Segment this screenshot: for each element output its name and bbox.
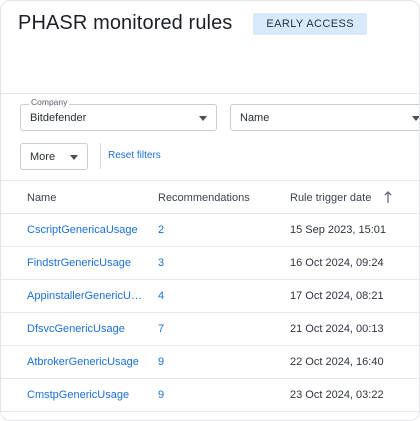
chevron-down-icon xyxy=(70,155,78,160)
company-select-value: Bitdefender xyxy=(30,111,87,124)
name-select-value: Name xyxy=(240,111,270,124)
table-row: FindstrGenericUsage 3 16 Oct 2024, 09:24 xyxy=(1,247,419,280)
rule-name-link[interactable]: CmstpGenericUsage xyxy=(27,389,129,401)
early-access-badge: EARLY ACCESS xyxy=(253,12,367,35)
rule-name-link[interactable]: AtbrokerGenericUsage xyxy=(27,356,139,368)
chevron-down-icon xyxy=(412,116,419,121)
table-row: DfsvcGenericUsage 7 21 Oct 2024, 00:13 xyxy=(1,313,419,346)
trigger-date: 16 Oct 2024, 09:24 xyxy=(290,257,384,269)
rule-name-link[interactable]: AppinstallerGenericUs... xyxy=(27,290,145,302)
filter-separator xyxy=(100,143,101,169)
rules-table: Name Recommendations Rule trigger date C… xyxy=(1,180,419,412)
more-filters-select[interactable]: More xyxy=(20,143,88,170)
trigger-date: 17 Oct 2024, 08:21 xyxy=(290,290,384,302)
more-select-value: More xyxy=(30,150,56,163)
company-select[interactable]: Company Bitdefender xyxy=(20,97,217,131)
recommendations-link[interactable]: 3 xyxy=(158,257,164,269)
header-divider xyxy=(1,93,419,94)
reset-filters-link[interactable]: Reset filters xyxy=(108,150,161,161)
recommendations-link[interactable]: 9 xyxy=(158,389,164,401)
page-header: PHASR monitored rules EARLY ACCESS xyxy=(18,12,367,35)
column-header-trigger-date[interactable]: Rule trigger date xyxy=(290,192,371,204)
table-row: CmstpGenericUsage 9 23 Oct 2024, 03:22 xyxy=(1,379,419,412)
arrow-up-icon[interactable] xyxy=(383,190,393,204)
table-row: AppinstallerGenericUs... 4 17 Oct 2024, … xyxy=(1,280,419,313)
recommendations-link[interactable]: 7 xyxy=(158,323,164,335)
recommendations-link[interactable]: 4 xyxy=(158,290,164,302)
recommendations-link[interactable]: 9 xyxy=(158,356,164,368)
table-row: CscriptGenericaUsage 2 15 Sep 2023, 15:0… xyxy=(1,214,419,247)
trigger-date: 22 Oct 2024, 16:40 xyxy=(290,356,384,368)
trigger-date: 15 Sep 2023, 15:01 xyxy=(290,224,387,236)
trigger-date: 21 Oct 2024, 00:13 xyxy=(290,323,384,335)
column-header-recommendations[interactable]: Recommendations xyxy=(158,192,250,204)
trigger-date: 23 Oct 2024, 03:22 xyxy=(290,389,384,401)
company-select-label: Company xyxy=(29,97,70,107)
table-row: AtbrokerGenericUsage 9 22 Oct 2024, 16:4… xyxy=(1,346,419,379)
recommendations-link[interactable]: 2 xyxy=(158,224,164,236)
page-title: PHASR monitored rules xyxy=(18,12,233,34)
chevron-down-icon xyxy=(199,116,207,121)
rule-name-link[interactable]: CscriptGenericaUsage xyxy=(27,224,138,236)
column-header-name[interactable]: Name xyxy=(27,192,56,204)
table-header: Name Recommendations Rule trigger date xyxy=(1,180,419,214)
rule-name-link[interactable]: DfsvcGenericUsage xyxy=(27,323,125,335)
rule-name-link[interactable]: FindstrGenericUsage xyxy=(27,257,131,269)
name-select[interactable]: Name xyxy=(230,104,419,131)
rules-panel: PHASR monitored rules EARLY ACCESS Compa… xyxy=(0,0,420,421)
